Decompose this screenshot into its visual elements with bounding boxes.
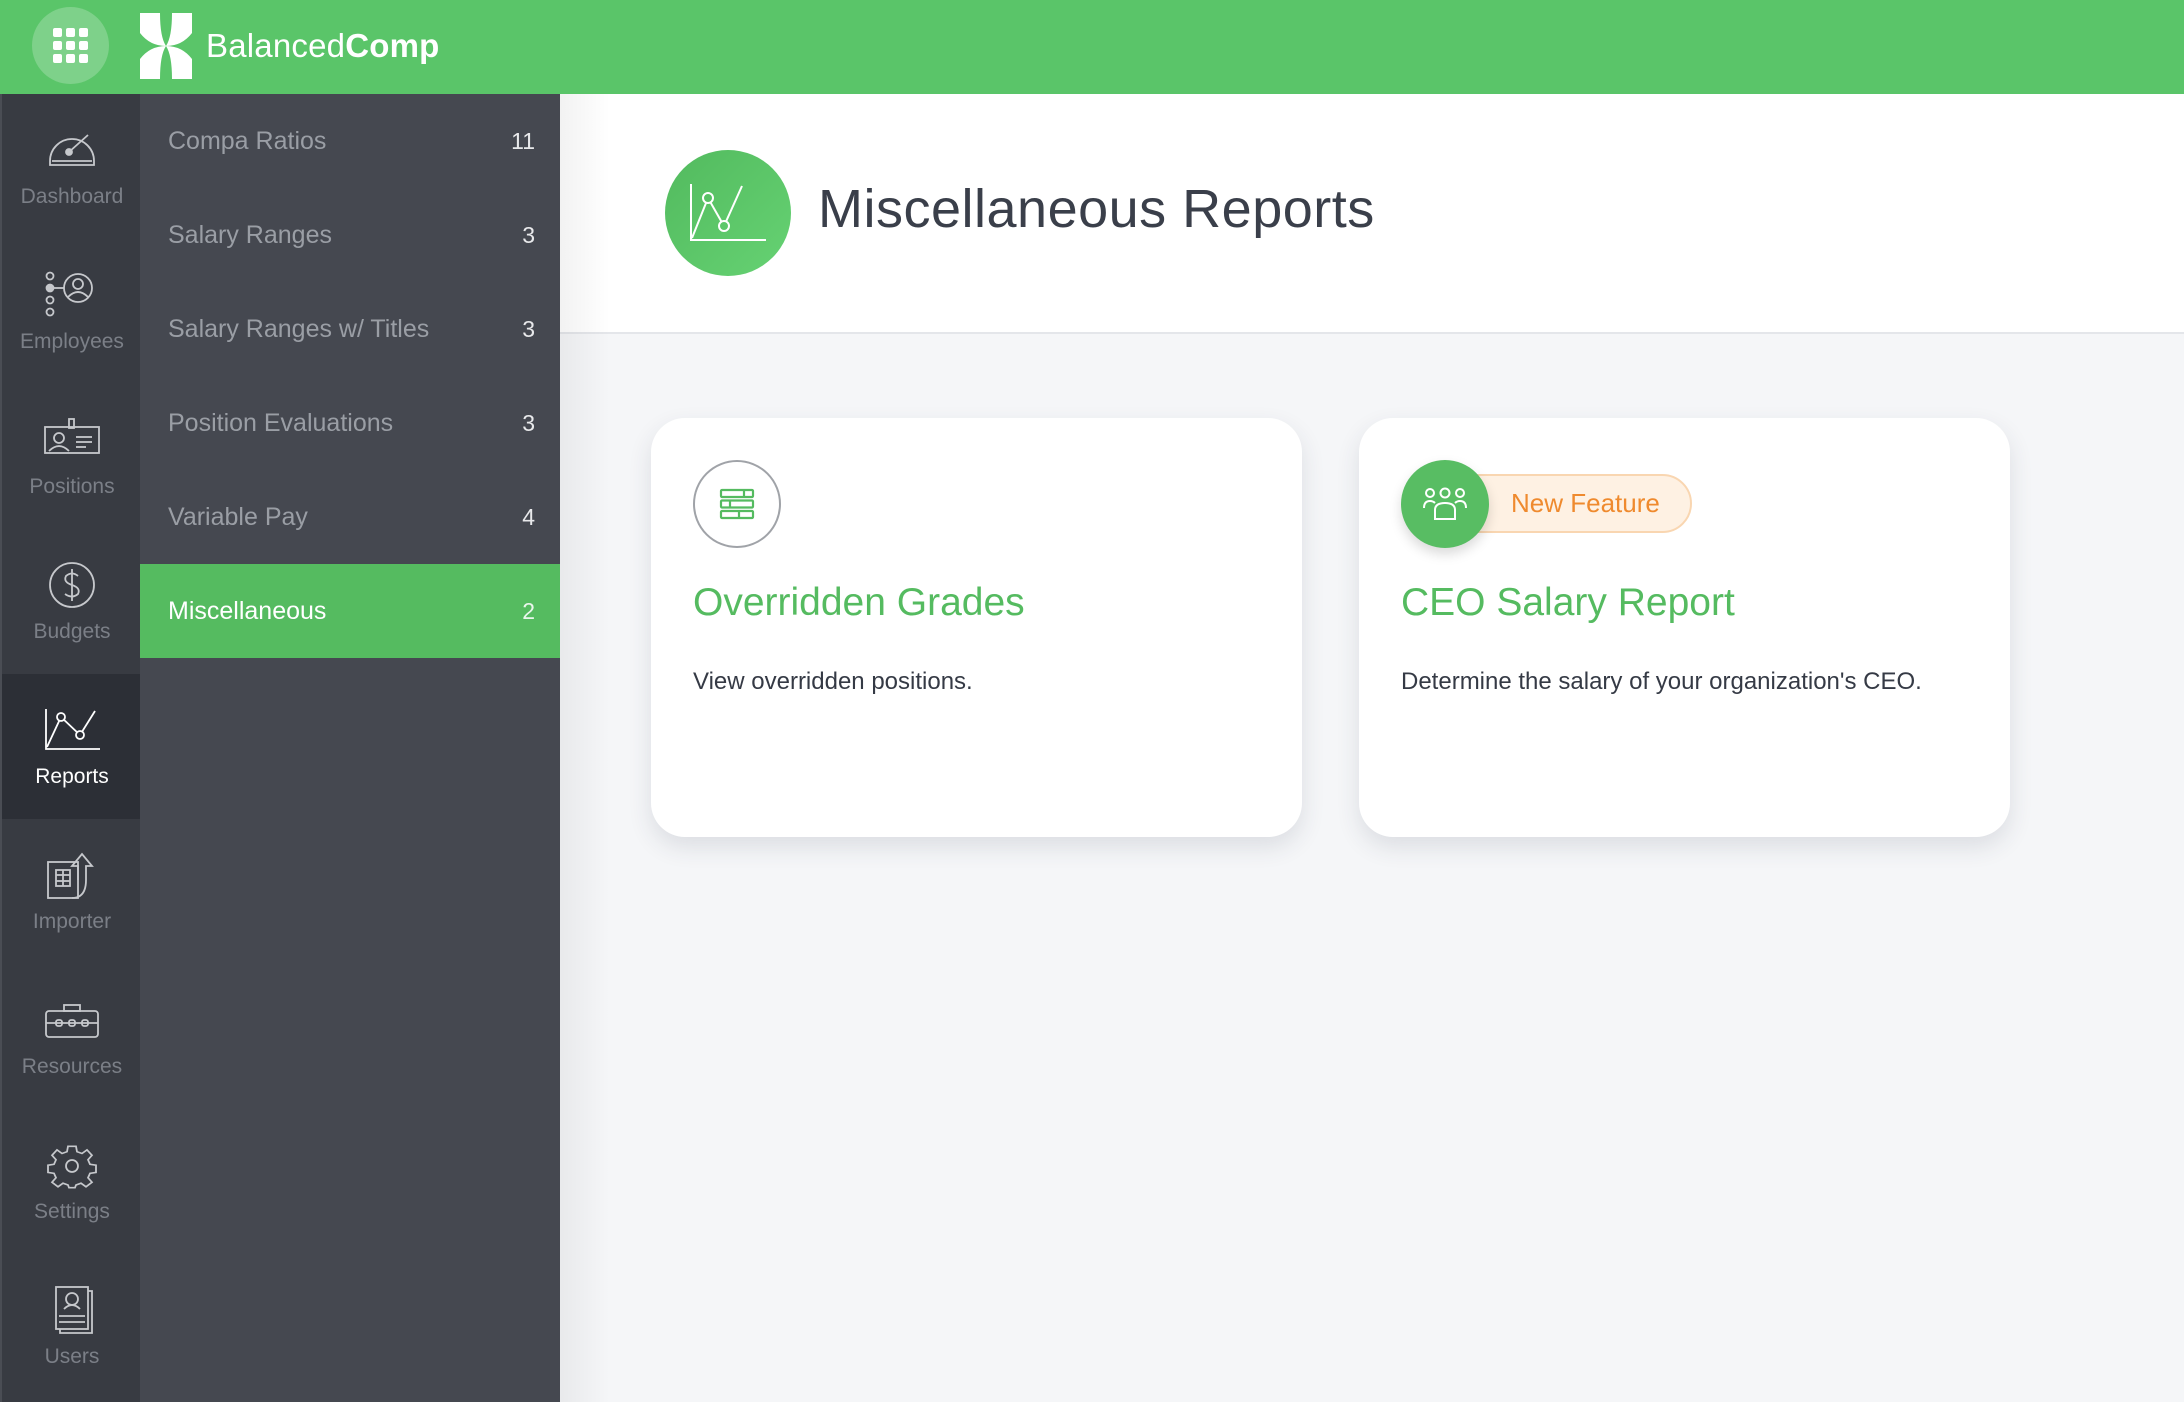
dollar-circle-icon [49,561,95,608]
table-rows-icon [719,488,755,520]
subnav-item-salary-ranges[interactable]: Salary Ranges 3 [140,188,560,282]
logo-mark-icon [140,13,192,79]
subnav-item-miscellaneous[interactable]: Miscellaneous 2 [140,564,560,658]
line-chart-icon [690,184,766,241]
subnav-count: 11 [511,127,535,154]
subnav-item-compa-ratios[interactable]: Compa Ratios 11 [140,94,560,188]
nav-label: Dashboard [20,184,124,208]
nav-item-settings[interactable]: Settings [2,1109,142,1254]
toolbox-icon [45,1003,99,1038]
reports-subnav: Compa Ratios 11 Salary Ranges 3 Salary R… [140,94,560,1402]
nav-label: Positions [29,474,115,498]
nav-item-users[interactable]: Users [2,1254,142,1399]
group-icon [1423,487,1467,520]
spreadsheet-upload-icon [47,852,94,899]
nav-label: Users [44,1344,100,1368]
page-title: Miscellaneous Reports [818,179,1375,239]
nav-label: Settings [34,1199,110,1223]
report-card-overridden-grades[interactable]: Overridden Grades View overridden positi… [651,418,1302,837]
card-description: View overridden positions. [693,668,973,695]
card-icon-circle [1401,460,1489,548]
subnav-label: Position Evaluations [168,408,394,437]
nav-label: Employees [20,329,124,353]
card-title: Overridden Grades [693,581,1025,624]
page-icon-circle [665,150,791,276]
subnav-item-salary-ranges-titles[interactable]: Salary Ranges w/ Titles 3 [140,282,560,376]
subnav-label: Salary Ranges [168,220,332,249]
subnav-label: Compa Ratios [168,126,327,155]
org-person-icon [45,271,93,316]
line-chart-icon [45,708,100,750]
brand-name-light: Balanced [206,27,346,64]
brand-logo[interactable]: BalancedComp [140,10,440,82]
nav-label: Resources [21,1054,123,1078]
nav-item-dashboard[interactable]: Dashboard [2,94,142,239]
user-card-icon [55,1285,93,1334]
subnav-label: Salary Ranges w/ Titles [168,314,430,343]
gear-icon [47,1144,97,1189]
speedometer-icon [49,133,95,166]
subnav-count: 3 [522,315,535,342]
subnav-label: Variable Pay [168,502,308,531]
brand-name: BalancedComp [206,27,440,65]
nav-item-employees[interactable]: Employees [2,239,142,384]
id-badge-icon [44,417,100,454]
subnav-item-variable-pay[interactable]: Variable Pay 4 [140,470,560,564]
main-nav-rail: Dashboard Employees Positions Budgets Re… [0,94,142,1402]
card-icon-circle [693,460,781,548]
subnav-count: 2 [522,597,535,624]
card-title: CEO Salary Report [1401,581,1735,624]
apps-menu-button[interactable] [32,7,109,84]
nav-item-importer[interactable]: Importer [2,819,142,964]
nav-label: Budgets [33,619,111,643]
grid-icon [53,28,88,63]
nav-label: Reports [35,764,109,788]
nav-label: Importer [32,909,112,933]
subnav-item-position-evaluations[interactable]: Position Evaluations 3 [140,376,560,470]
subnav-count: 4 [522,503,535,530]
page-header: Miscellaneous Reports [560,94,2184,334]
brand-name-bold: Comp [345,27,440,64]
main-content: Miscellaneous Reports Overridden Grades … [560,94,2184,1402]
subnav-count: 3 [522,409,535,436]
nav-item-reports[interactable]: Reports [2,674,142,819]
card-description: Determine the salary of your organizatio… [1401,668,1922,695]
nav-item-resources[interactable]: Resources [2,964,142,1109]
nav-item-positions[interactable]: Positions [2,384,142,529]
report-card-ceo-salary[interactable]: New Feature CEO Salary Report Determine … [1359,418,2010,837]
subnav-label: Miscellaneous [168,596,327,625]
subnav-count: 3 [522,221,535,248]
nav-item-budgets[interactable]: Budgets [2,529,142,674]
top-bar: BalancedComp [0,0,2184,94]
